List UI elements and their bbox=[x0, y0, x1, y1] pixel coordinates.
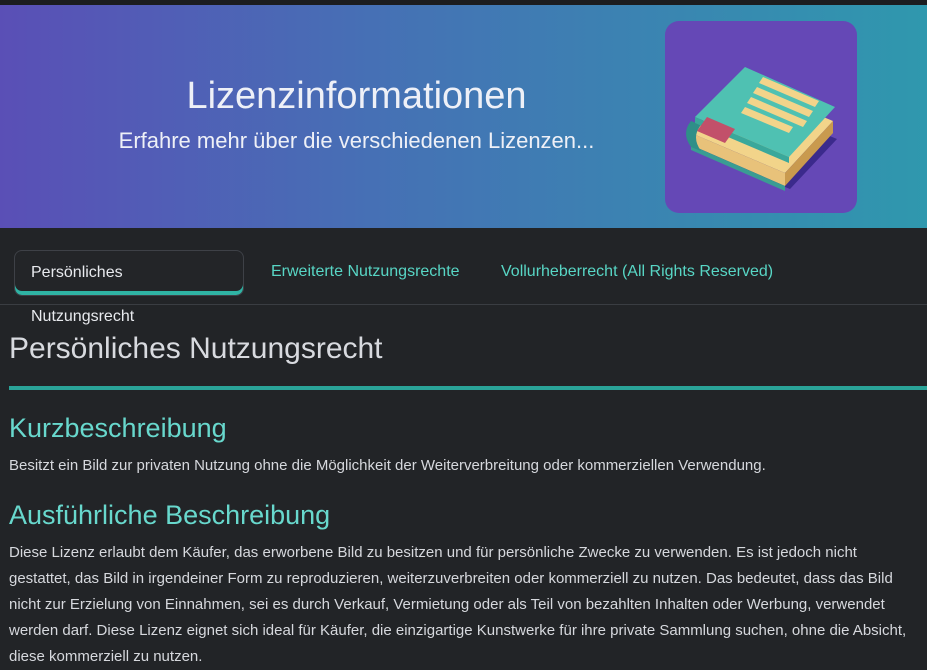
header-banner: Lizenzinformationen Erfahre mehr über di… bbox=[0, 5, 927, 228]
section-title: Persönliches Nutzungsrecht bbox=[9, 332, 383, 365]
short-description-text: Besitzt ein Bild zur privaten Nutzung oh… bbox=[9, 457, 766, 474]
section-divider bbox=[9, 386, 927, 390]
book-illustration-card bbox=[665, 21, 857, 213]
short-description-heading: Kurzbeschreibung bbox=[9, 413, 227, 443]
license-tabs: Persönliches Nutzungsrecht Erweiterte Nu… bbox=[0, 228, 927, 325]
long-description-text: Diese Lizenz erlaubt dem Käufer, das erw… bbox=[9, 544, 907, 665]
long-description-heading: Ausführliche Beschreibung bbox=[9, 500, 331, 530]
book-icon bbox=[686, 67, 837, 191]
tab-vollurheberrecht[interactable]: Vollurheberrecht (All Rights Reserved) bbox=[485, 250, 789, 296]
tab-persoenliches-nutzungsrecht[interactable]: Persönliches Nutzungsrecht bbox=[14, 250, 244, 325]
page-subtitle: Erfahre mehr über die verschiedenen Lize… bbox=[118, 128, 595, 153]
tab-erweiterte-nutzungsrechte[interactable]: Erweiterte Nutzungsrechte bbox=[255, 250, 476, 296]
page-title: Lizenzinformationen bbox=[186, 75, 527, 117]
